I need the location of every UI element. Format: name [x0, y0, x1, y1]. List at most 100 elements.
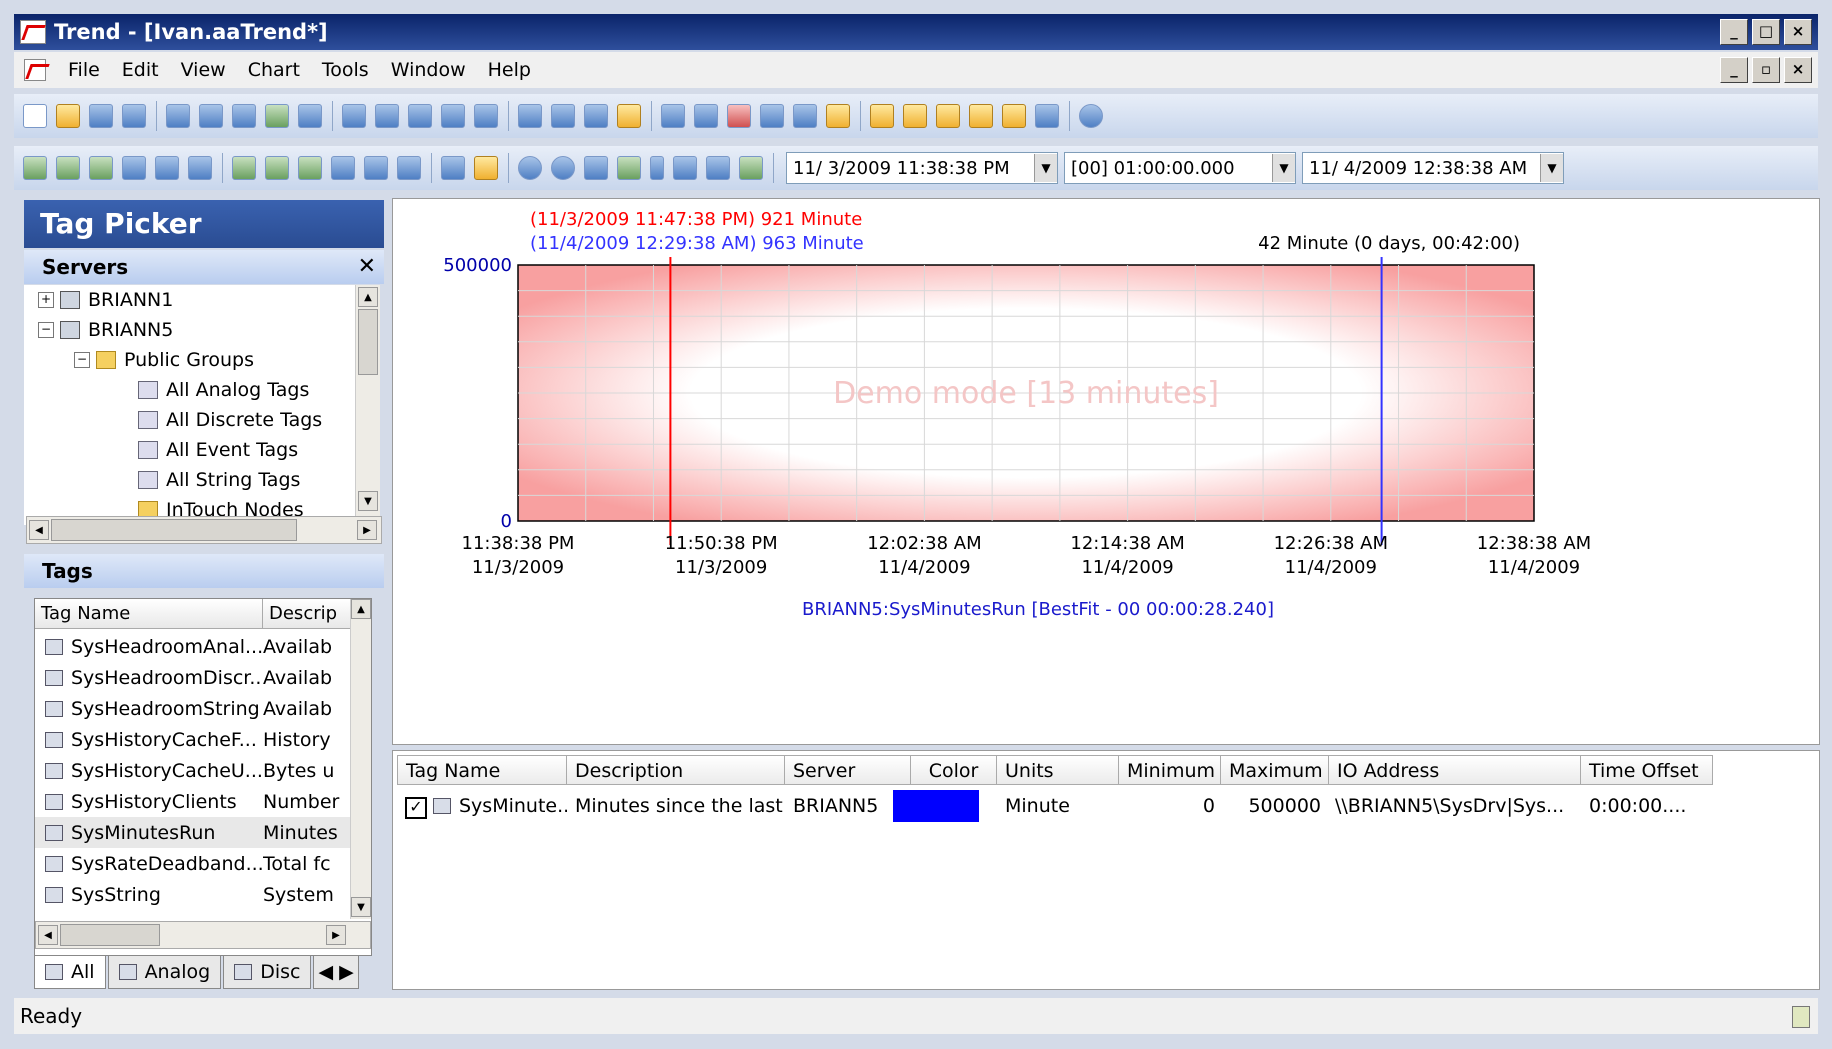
tab-scroll-buttons[interactable]: ◀ ▶: [313, 956, 359, 989]
scale-down-all-icon[interactable]: [265, 156, 289, 180]
trend-chart-icon[interactable]: [694, 104, 718, 128]
scroll-up-icon[interactable]: ▲: [351, 599, 371, 619]
details-icon[interactable]: [551, 104, 575, 128]
list-item[interactable]: SysString System: [35, 879, 371, 910]
duration-combo[interactable]: [00] 01:00:00.000 ▼: [1064, 152, 1296, 184]
chevron-down-icon[interactable]: ▼: [1540, 154, 1563, 182]
grid-header-maximum[interactable]: Maximum: [1221, 755, 1329, 785]
scroll-left-icon[interactable]: ◀: [38, 925, 58, 945]
new-icon[interactable]: [23, 104, 47, 128]
fit-icon[interactable]: [188, 156, 212, 180]
column-header-tag-name[interactable]: Tag Name: [35, 599, 263, 629]
chevron-down-icon[interactable]: ▼: [1034, 154, 1057, 182]
tab-discrete[interactable]: Disc: [223, 956, 312, 989]
play-icon[interactable]: [617, 156, 641, 180]
fit-all-icon[interactable]: [397, 156, 421, 180]
end-time-combo[interactable]: 11/ 4/2009 12:38:38 AM ▼: [1302, 152, 1564, 184]
configure-icon[interactable]: [584, 104, 608, 128]
print-icon[interactable]: [232, 104, 256, 128]
column-header-description[interactable]: Descrip: [263, 599, 353, 629]
tree-node-all-event-tags[interactable]: All Event Tags: [138, 439, 298, 461]
list-item[interactable]: SysHeadroomString Availab: [35, 693, 371, 724]
tree-node-all-discrete-tags[interactable]: All Discrete Tags: [138, 409, 322, 431]
print-preview-icon[interactable]: [199, 104, 223, 128]
tags-vertical-scrollbar[interactable]: ▲ ▼: [350, 599, 371, 919]
visible-checkbox[interactable]: ✓: [405, 791, 429, 821]
grid-toggle-icon[interactable]: [936, 104, 960, 128]
copy-icon[interactable]: [441, 104, 465, 128]
play-dropdown-icon[interactable]: [650, 156, 664, 180]
rewind-icon[interactable]: [584, 156, 608, 180]
clipboard-icon[interactable]: [617, 104, 641, 128]
menu-view[interactable]: View: [181, 59, 226, 81]
grid-header-io-address[interactable]: IO Address: [1329, 755, 1581, 785]
minimize-button[interactable]: _: [1720, 19, 1748, 45]
close-icon[interactable]: ✕: [358, 250, 376, 284]
scroll-thumb[interactable]: [358, 309, 378, 375]
tree-node-briann5[interactable]: − BRIANN5: [38, 319, 173, 341]
expand-icon[interactable]: +: [38, 292, 54, 308]
chevron-down-icon[interactable]: ▼: [1272, 154, 1295, 182]
tab-analog[interactable]: Analog: [107, 956, 222, 989]
list-item[interactable]: SysHistoryCacheF... History: [35, 724, 371, 755]
grid-header-minimum[interactable]: Minimum: [1119, 755, 1221, 785]
fast-forward-icon[interactable]: [673, 156, 697, 180]
reset-scale-icon[interactable]: [364, 156, 388, 180]
close-button[interactable]: ×: [1784, 19, 1812, 45]
grid-header-color[interactable]: Color: [911, 755, 997, 785]
panel-toggle-icon[interactable]: [1002, 104, 1026, 128]
scale-all-icon[interactable]: [155, 156, 179, 180]
grid-header-description[interactable]: Description: [567, 755, 785, 785]
auto-scale-all-icon[interactable]: [331, 156, 355, 180]
start-time-combo[interactable]: 11/ 3/2009 11:38:38 PM ▼: [786, 152, 1058, 184]
list-item[interactable]: SysRateDeadband... Total fc: [35, 848, 371, 879]
mdi-restore-button[interactable]: ▫: [1752, 57, 1780, 83]
menu-window[interactable]: Window: [391, 59, 466, 81]
tab-all[interactable]: All: [34, 956, 106, 989]
add-tag-icon[interactable]: [760, 104, 784, 128]
tree-node-public-groups[interactable]: − Public Groups: [74, 349, 254, 371]
tags-horizontal-scrollbar[interactable]: ◀ ▶: [35, 921, 371, 949]
scale-up-all-icon[interactable]: [232, 156, 256, 180]
scroll-right-icon[interactable]: ▶: [326, 925, 346, 945]
tree-node-briann1[interactable]: + BRIANN1: [38, 289, 173, 311]
list-item[interactable]: SysHistoryCacheU... Bytes u: [35, 755, 371, 786]
list-icon[interactable]: [518, 104, 542, 128]
multi-trend-icon[interactable]: [727, 104, 751, 128]
chevron-left-icon[interactable]: ◀: [318, 956, 333, 988]
collapse-icon[interactable]: −: [74, 352, 90, 368]
menu-help[interactable]: Help: [488, 59, 531, 81]
list-item-selected[interactable]: SysMinutesRun Minutes: [35, 817, 371, 848]
grid-row-tag[interactable]: SysMinute...: [433, 791, 567, 821]
help-icon[interactable]: [1079, 104, 1103, 128]
cut-icon[interactable]: [408, 104, 432, 128]
tree-node-all-string-tags[interactable]: All String Tags: [138, 469, 300, 491]
highlight-icon[interactable]: [826, 104, 850, 128]
window-icon[interactable]: [1035, 104, 1059, 128]
scroll-up-icon[interactable]: ▲: [358, 287, 378, 307]
scroll-down-icon[interactable]: ▼: [351, 897, 371, 917]
collapse-icon[interactable]: −: [38, 322, 54, 338]
zoom-in-icon[interactable]: [518, 156, 542, 180]
list-item[interactable]: SysHeadroomAnal... Availab: [35, 631, 371, 662]
zoom-out-icon[interactable]: [551, 156, 575, 180]
save-icon[interactable]: [122, 104, 146, 128]
list-item[interactable]: SysHeadroomDiscr... Availab: [35, 662, 371, 693]
tree-vertical-scrollbar[interactable]: ▲ ▼: [355, 285, 380, 525]
list-item[interactable]: SysHistoryClients Number: [35, 786, 371, 817]
redo-icon[interactable]: [375, 104, 399, 128]
tag-picker-toggle-icon[interactable]: [870, 104, 894, 128]
mdi-close-button[interactable]: ×: [1784, 57, 1812, 83]
xy-chart-icon[interactable]: [661, 104, 685, 128]
maximize-button[interactable]: □: [1752, 19, 1780, 45]
chevron-right-icon[interactable]: ▶: [339, 956, 354, 988]
scale-down-icon[interactable]: [56, 156, 80, 180]
table-toggle-icon[interactable]: [969, 104, 993, 128]
remove-tag-icon[interactable]: [793, 104, 817, 128]
scroll-left-icon[interactable]: ◀: [29, 520, 49, 540]
auto-scale-icon[interactable]: [122, 156, 146, 180]
move-up-icon[interactable]: [89, 156, 113, 180]
open-icon[interactable]: [56, 104, 80, 128]
refresh-icon[interactable]: [739, 156, 763, 180]
scroll-thumb[interactable]: [60, 924, 160, 946]
